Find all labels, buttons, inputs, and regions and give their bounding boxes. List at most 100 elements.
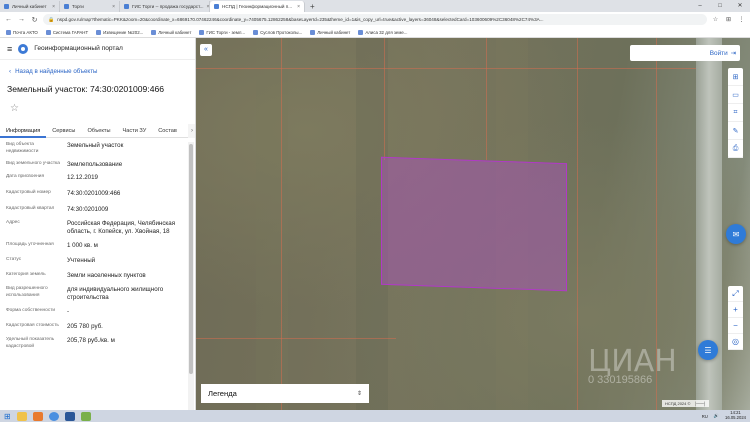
property-value: 205 780 руб.: [67, 323, 103, 331]
property-row: Площадь уточненная 1 000 кв. м: [0, 242, 186, 250]
property-value: Земельный участок: [67, 142, 124, 149]
legend-panel[interactable]: Легенда ⇕: [201, 384, 369, 403]
tab-close-icon[interactable]: ×: [112, 4, 115, 10]
media-player-icon[interactable]: [32, 411, 43, 421]
selected-parcel-polygon[interactable]: [381, 156, 567, 292]
windows-start-icon[interactable]: ⊞: [4, 412, 11, 421]
layers-icon[interactable]: ⊞: [728, 68, 743, 86]
property-row: Вид разрешенного использования для индив…: [0, 286, 186, 302]
favorite-star-icon[interactable]: ☆: [10, 103, 195, 114]
property-row: Адрес Российская Федерация, Челябинская …: [0, 220, 186, 236]
property-row: Категория земель Земли населенных пункто…: [0, 272, 186, 280]
bookmark-favicon-icon: [199, 29, 205, 35]
bookmark-star-icon[interactable]: ☆: [711, 16, 720, 23]
collapse-panel-button[interactable]: «: [200, 44, 212, 56]
bookmark-item[interactable]: Почта АКТО: [6, 29, 38, 35]
tab-label: Торги: [72, 4, 84, 9]
portal-logo-icon: [18, 43, 29, 54]
basemap-icon[interactable]: ▭: [728, 86, 743, 104]
tab-close-icon[interactable]: ×: [297, 4, 300, 10]
bookmark-item[interactable]: Личный кабинет: [310, 29, 350, 35]
tab-label: НСПД | Геоинформационный п...: [222, 4, 293, 9]
bookmark-item[interactable]: Личный кабинет: [151, 29, 191, 35]
close-window-icon[interactable]: ✕: [730, 0, 750, 12]
property-value: 205,78 руб./кв. м: [67, 337, 115, 345]
property-key: Статус: [6, 257, 22, 263]
panel-scrollbar[interactable]: [188, 142, 194, 410]
bookmark-item[interactable]: Алиса 32 для земе...: [358, 29, 407, 35]
tab-close-icon[interactable]: ×: [207, 4, 209, 10]
property-key: Вид земельного участка: [6, 161, 60, 167]
browser-tab-active[interactable]: НСПД | Геоинформационный п... ×: [210, 1, 305, 12]
support-chat-button[interactable]: ✉: [726, 224, 746, 244]
tab-favicon-icon: [124, 4, 129, 9]
bookmarks-bar: Почта АКТО Система ГАРАНТ Извещение №202…: [0, 27, 750, 38]
fullscreen-icon[interactable]: ⤢: [728, 286, 743, 302]
property-row: Форма собственности -: [0, 308, 186, 316]
volume-icon[interactable]: 🔊: [714, 413, 719, 419]
browser-tab[interactable]: Личный кабинет ×: [0, 1, 60, 12]
scrollbar-thumb[interactable]: [189, 144, 193, 374]
maximize-icon[interactable]: □: [710, 0, 730, 12]
bookmark-favicon-icon: [310, 29, 316, 35]
bookmark-item[interactable]: Система ГАРАНТ: [45, 29, 88, 35]
tab-close-icon[interactable]: ×: [52, 4, 55, 10]
property-value: 1 000 кв. м: [67, 242, 98, 250]
browser-menu-icon[interactable]: ⋮: [737, 16, 746, 23]
language-indicator[interactable]: RU: [702, 414, 708, 419]
windows-taskbar: ⊞ RU 🔊 14:21 16.05.2024: [0, 410, 750, 422]
reload-icon[interactable]: ↻: [30, 16, 39, 24]
lock-icon[interactable]: 🔒: [48, 17, 54, 23]
tab-composition[interactable]: Состав: [152, 124, 183, 138]
url-text: nspd.gov.ru/map?thematic=PKK&zoom=20&coo…: [57, 17, 544, 22]
expand-chevron-icon[interactable]: ⇕: [357, 390, 362, 397]
back-to-results-link[interactable]: ‹ Назад в найденные объекты: [9, 68, 195, 75]
measure-icon[interactable]: ⌗: [728, 104, 743, 122]
tab-services[interactable]: Сервисы: [46, 124, 81, 138]
hamburger-menu-icon[interactable]: ≡: [7, 44, 12, 54]
login-icon: ⇥: [730, 50, 736, 57]
minimize-icon[interactable]: –: [690, 0, 710, 12]
zoom-out-icon[interactable]: −: [728, 318, 743, 334]
browser-tab-bar: Личный кабинет × Торги × ГИС Торги -- прод…: [0, 0, 750, 12]
back-arrow-icon[interactable]: ←: [4, 16, 13, 23]
property-row: Дата присвоения 12.12.2019: [0, 174, 186, 182]
browser-tab[interactable]: ГИС Торги -- продажа государст... ×: [120, 1, 210, 12]
store-icon[interactable]: [80, 411, 91, 421]
property-row: Вид земельного участка Землепользование: [0, 161, 186, 169]
word-icon[interactable]: [64, 411, 75, 421]
system-clock[interactable]: 14:21 16.05.2024: [725, 411, 746, 420]
property-key: Кадастровая стоимость: [6, 323, 59, 329]
zoom-in-icon[interactable]: +: [728, 302, 743, 318]
portal-title: Геоинформационный портал: [34, 45, 123, 52]
bookmark-item[interactable]: Суслов Протоколы...: [253, 29, 302, 35]
tab-parts[interactable]: Части ЗУ: [117, 124, 153, 138]
property-value: для индивидуального жилищного строительс…: [67, 286, 164, 302]
forward-arrow-icon[interactable]: →: [17, 16, 26, 23]
chat-button[interactable]: ☰: [698, 340, 718, 360]
explorer-icon[interactable]: [16, 411, 27, 421]
locate-icon[interactable]: ◎: [728, 334, 743, 350]
chrome-icon[interactable]: [48, 411, 59, 421]
map-scale-attribution: НСПД 2024 © ├──┤: [662, 400, 709, 407]
extensions-icon[interactable]: ⊞: [724, 16, 733, 23]
property-key: Адрес: [6, 220, 20, 226]
bookmark-favicon-icon: [6, 29, 11, 35]
property-row: Кадастровая стоимость 205 780 руб.: [0, 323, 186, 331]
address-bar[interactable]: 🔒 nspd.gov.ru/map?thematic=PKK&zoom=20&c…: [43, 14, 707, 25]
map-view[interactable]: « Войти ⇥ ⊞ ▭ ⌗ ✎ ⎙ ✉ ⤢ + − ◎ ☰ ЦИАН 0 3…: [196, 38, 750, 410]
property-row: Вид объекта недвижимости Земельный участ…: [0, 142, 186, 155]
browser-tab[interactable]: Торги ×: [60, 1, 120, 12]
draw-icon[interactable]: ✎: [728, 122, 743, 140]
bookmark-item[interactable]: Извещение №202...: [96, 29, 143, 35]
print-icon[interactable]: ⎙: [728, 140, 743, 158]
property-row: Кадастровый квартал 74:30:0201009: [0, 206, 186, 214]
login-button[interactable]: Войти ⇥: [630, 45, 740, 61]
tab-objects[interactable]: Объекты: [81, 124, 116, 138]
bookmark-item[interactable]: ГИС Торги - земл...: [199, 29, 245, 35]
tabs-scroll-right-icon[interactable]: ›: [188, 123, 195, 138]
system-tray: RU 🔊 14:21 16.05.2024: [702, 411, 746, 420]
property-key: Категория земель: [6, 272, 46, 278]
tab-information[interactable]: Информация: [0, 124, 47, 138]
new-tab-button[interactable]: +: [305, 1, 320, 12]
